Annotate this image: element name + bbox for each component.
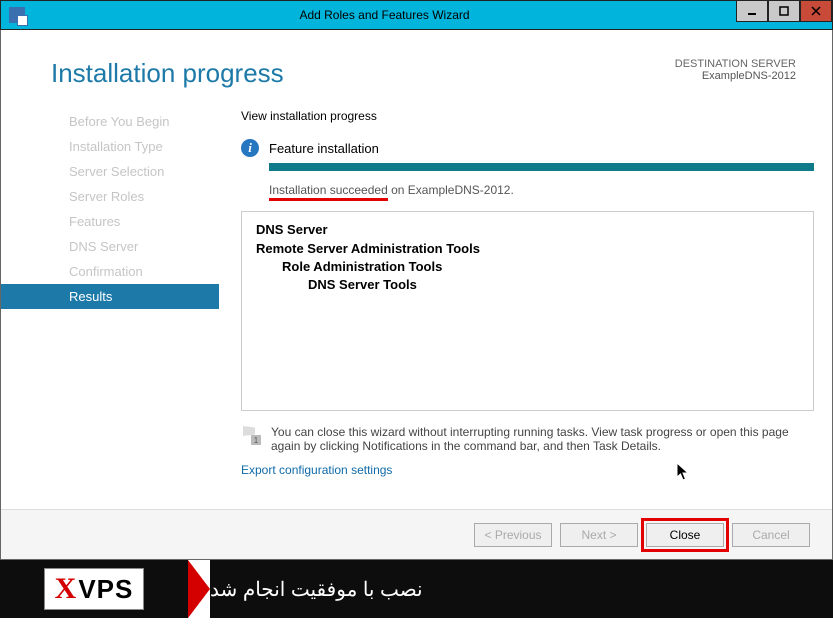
wizard-steps: Before You Begin Installation Type Serve… <box>1 101 219 479</box>
maximize-button[interactable] <box>768 0 800 22</box>
destination-server: DESTINATION SERVER ExampleDNS-2012 <box>675 58 796 89</box>
step-confirmation: Confirmation <box>1 259 219 284</box>
subheading: View installation progress <box>241 109 814 123</box>
close-window-button[interactable] <box>800 0 832 22</box>
minimize-button[interactable] <box>736 0 768 22</box>
feature-label: Feature installation <box>269 141 379 156</box>
cancel-button: Cancel <box>732 523 810 547</box>
next-button: Next > <box>560 523 638 547</box>
step-before-you-begin: Before You Begin <box>1 109 219 134</box>
progress-bar <box>269 163 814 171</box>
wizard-content: Installation progress DESTINATION SERVER… <box>0 30 833 560</box>
note-text: You can close this wizard without interr… <box>271 425 814 453</box>
destination-value: ExampleDNS-2012 <box>675 70 796 82</box>
result-rsat: Remote Server Administration Tools <box>256 241 799 256</box>
step-server-selection: Server Selection <box>1 159 219 184</box>
step-dns-server: DNS Server <box>1 234 219 259</box>
window-title: Add Roles and Features Wizard <box>33 8 736 22</box>
result-role-admin-tools: Role Administration Tools <box>256 259 799 274</box>
export-configuration-link[interactable]: Export configuration settings <box>241 463 392 477</box>
step-results[interactable]: Results <box>1 284 219 309</box>
results-box: DNS Server Remote Server Administration … <box>241 211 814 411</box>
step-features: Features <box>1 209 219 234</box>
logo-x: X <box>55 572 77 606</box>
previous-button: < Previous <box>474 523 552 547</box>
logo-vps: VPS <box>78 574 133 605</box>
logo: X VPS <box>0 560 188 618</box>
status-line: Installation succeeded on ExampleDNS-201… <box>269 183 814 201</box>
info-icon: i <box>241 139 259 157</box>
flag-icon <box>241 425 261 445</box>
banner-message: نصب با موفقیت انجام شد <box>210 560 833 618</box>
status-rest: on ExampleDNS-2012. <box>388 183 514 197</box>
app-icon <box>9 7 25 23</box>
page-title: Installation progress <box>51 58 284 89</box>
step-server-roles: Server Roles <box>1 184 219 209</box>
destination-label: DESTINATION SERVER <box>675 58 796 70</box>
result-dns-tools: DNS Server Tools <box>256 277 799 292</box>
close-button[interactable]: Close <box>646 523 724 547</box>
banner: X VPS نصب با موفقیت انجام شد <box>0 560 833 618</box>
result-dns-server: DNS Server <box>256 222 799 237</box>
titlebar[interactable]: Add Roles and Features Wizard <box>0 0 833 30</box>
wizard-footer: < Previous Next > Close Cancel <box>1 509 832 559</box>
arrow-separator <box>188 560 210 618</box>
status-underlined: Installation succeeded <box>269 183 388 201</box>
main-panel: View installation progress i Feature ins… <box>219 101 832 479</box>
step-installation-type: Installation Type <box>1 134 219 159</box>
